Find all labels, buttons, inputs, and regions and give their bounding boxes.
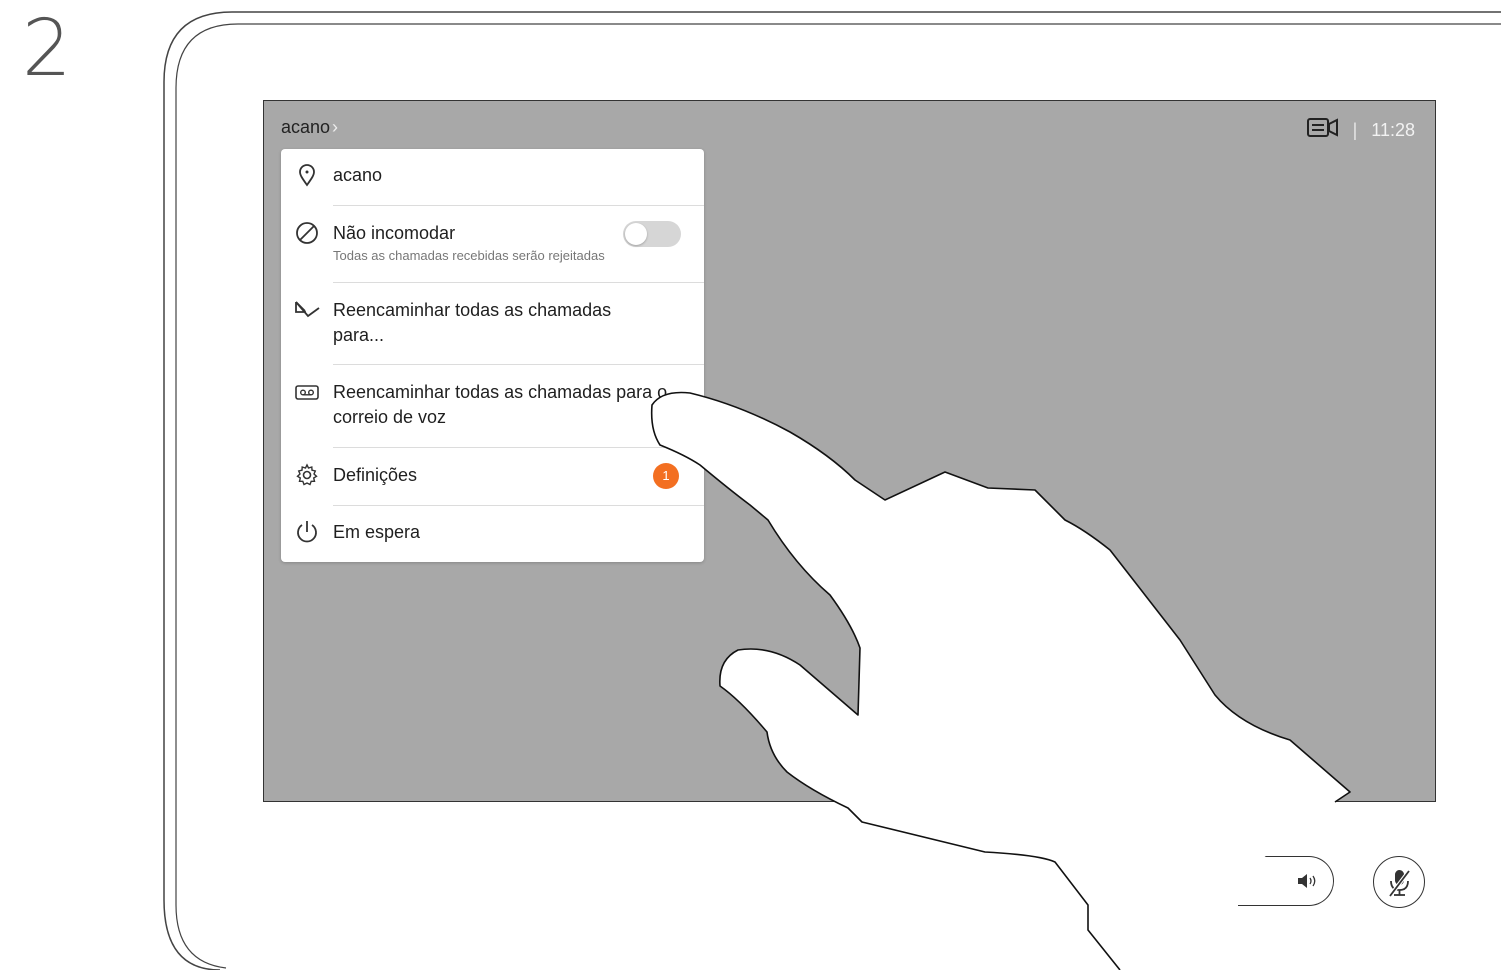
camera-selfview-icon[interactable] xyxy=(1306,117,1339,144)
do-not-disturb-icon xyxy=(295,221,319,245)
notification-badge: 1 xyxy=(653,463,679,489)
menu-item-label: Definições xyxy=(333,465,418,485)
dropdown-menu: acano Não incomodar Todas as chamadas re… xyxy=(281,149,704,562)
microphone-mute-button[interactable] xyxy=(1373,856,1425,908)
speaker-icon xyxy=(1297,872,1319,895)
location-pin-icon xyxy=(295,163,319,187)
divider xyxy=(333,364,704,365)
menu-item-title: Não incomodar xyxy=(333,223,456,243)
clock: 11:28 xyxy=(1371,120,1415,140)
status-bar: acano › | 11:28 xyxy=(264,101,1435,153)
power-icon xyxy=(295,520,319,544)
menu-item-label: Não incomodar Todas as chamadas recebida… xyxy=(333,221,644,264)
status-separator: | xyxy=(1352,120,1358,140)
menu-item-sublabel: Todas as chamadas recebidas serão rejeit… xyxy=(333,248,605,263)
voicemail-icon xyxy=(295,384,319,408)
do-not-disturb-toggle[interactable] xyxy=(623,221,681,247)
menu-item-settings[interactable]: Definições xyxy=(281,463,704,503)
divider xyxy=(333,282,704,283)
menu-item-forward-voicemail[interactable]: Reencaminhar todas as chamadas para o co… xyxy=(281,380,704,436)
divider xyxy=(333,205,704,206)
microphone-muted-icon xyxy=(1387,868,1413,903)
breadcrumb[interactable]: acano › xyxy=(281,117,338,138)
breadcrumb-label: acano xyxy=(281,117,331,137)
menu-item-label: Em espera xyxy=(333,522,421,542)
toggle-knob xyxy=(625,223,647,245)
divider xyxy=(333,505,704,506)
divider xyxy=(333,447,704,448)
step-number: 2 xyxy=(22,4,72,94)
menu-item-label: Reencaminhar todas as chamadas para o co… xyxy=(333,382,668,427)
chevron-right-icon: › xyxy=(332,117,339,137)
gear-icon xyxy=(295,463,319,487)
menu-item-standby[interactable]: Em espera xyxy=(281,520,704,560)
touch-screen: acano › | 11:28 acano Não incomodar Toda… xyxy=(263,100,1436,802)
menu-item-label: Reencaminhar todas as chamadas para... xyxy=(333,300,612,345)
call-forward-icon xyxy=(293,298,320,322)
status-right: | 11:28 xyxy=(1306,117,1415,144)
volume-control[interactable] xyxy=(1238,856,1334,906)
menu-item-label: acano xyxy=(333,165,383,185)
menu-item-forward-calls[interactable]: Reencaminhar todas as chamadas para... xyxy=(281,298,704,354)
menu-item-location[interactable]: acano xyxy=(281,163,704,203)
